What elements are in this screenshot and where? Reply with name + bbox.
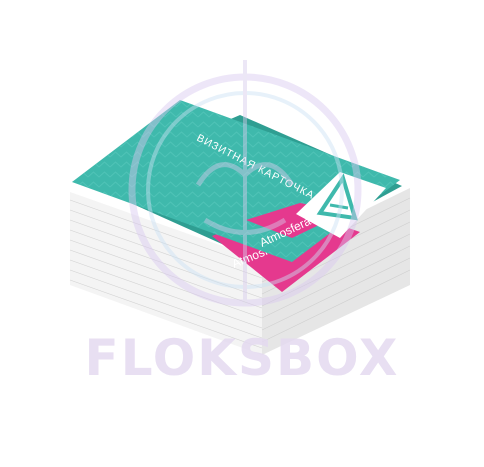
product-image: Atmosfera ВИЗИТНАЯ КАРТОЧКА Atmosfera FL… <box>0 0 484 467</box>
watermark-logo-text: FLOKSBOX <box>84 329 400 387</box>
business-card-stack-illustration: Atmosfera ВИЗИТНАЯ КАРТОЧКА Atmosfera <box>69 60 411 355</box>
